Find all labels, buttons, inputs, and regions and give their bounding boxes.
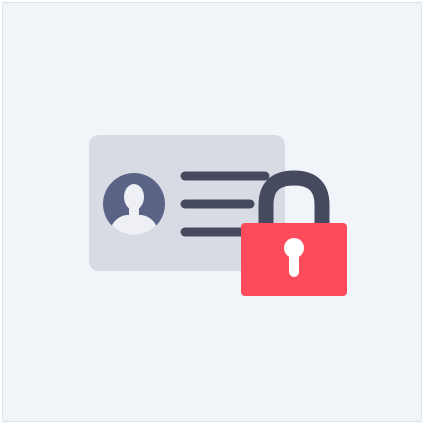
- locked-identity-illustration: [89, 135, 347, 296]
